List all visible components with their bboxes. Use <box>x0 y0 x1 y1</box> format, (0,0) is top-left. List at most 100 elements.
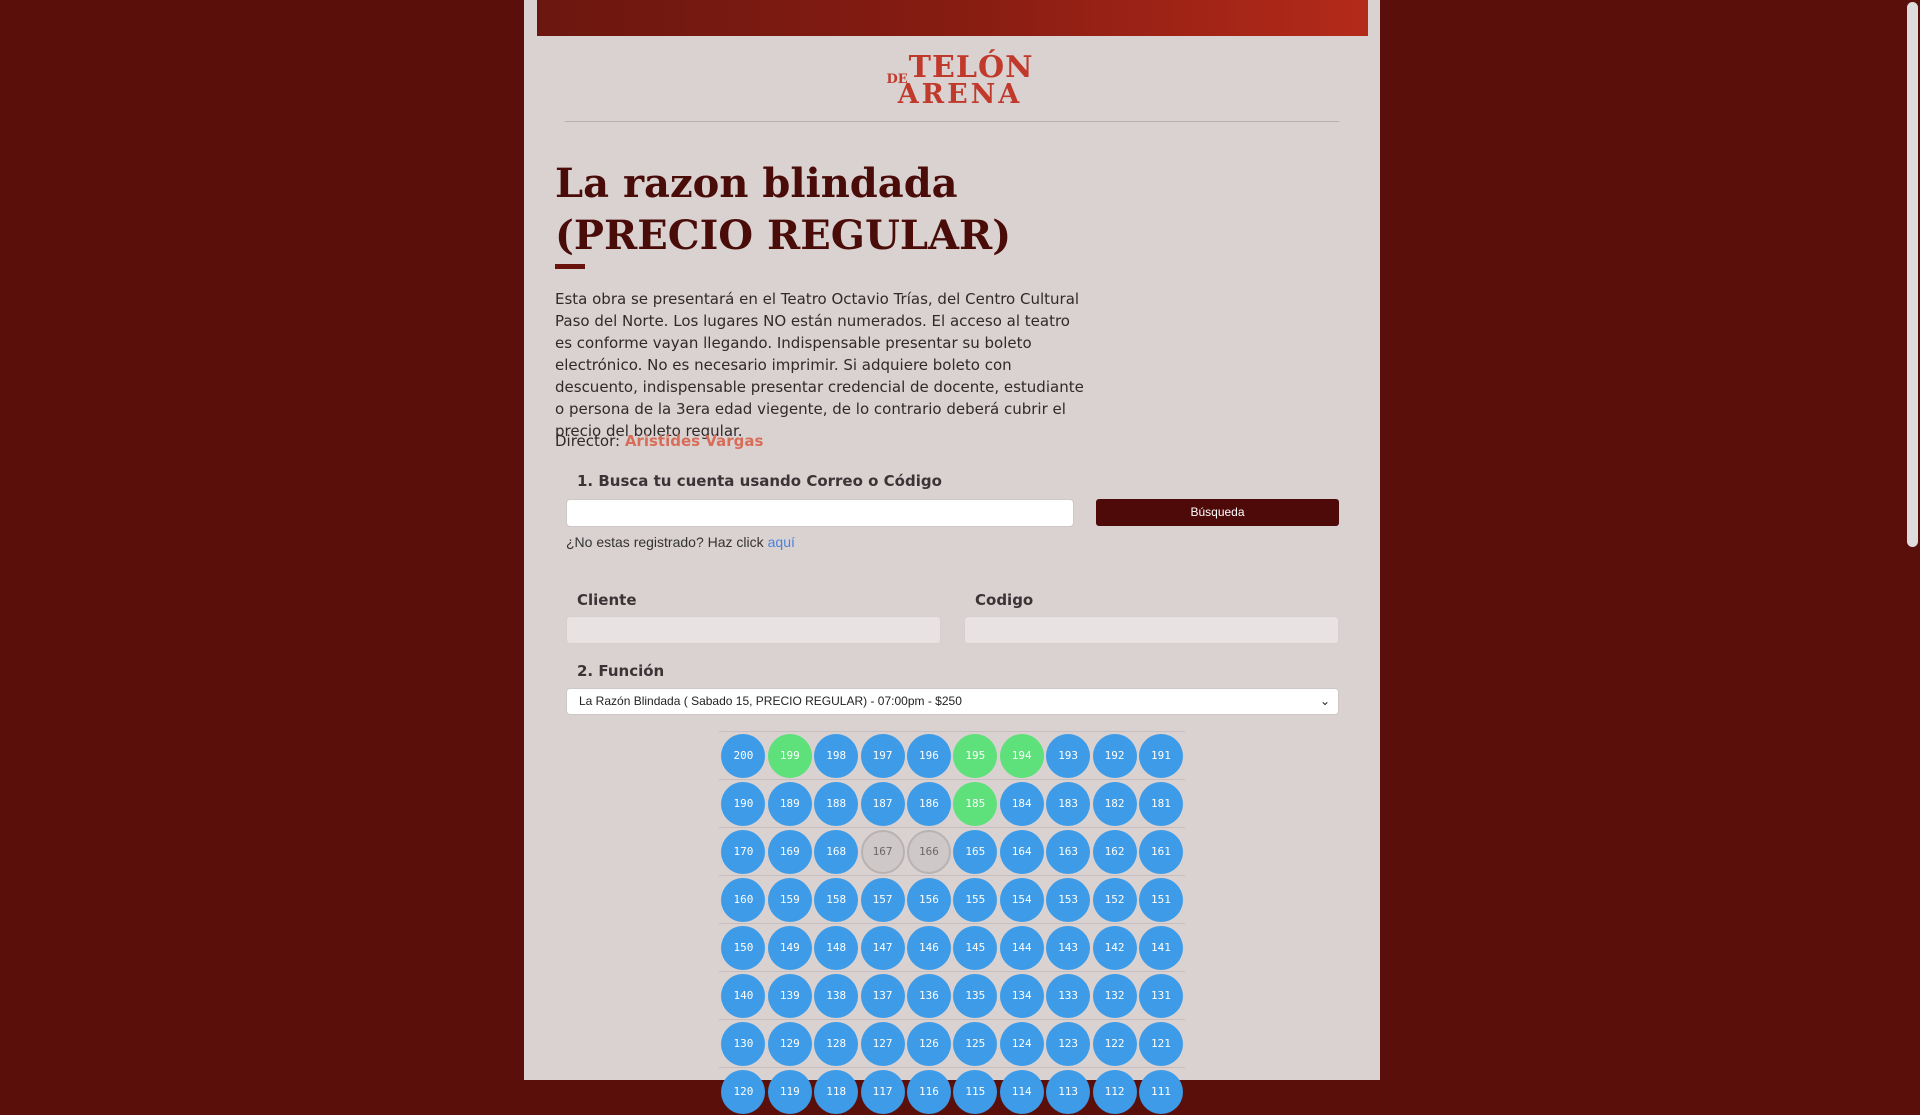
seat-185[interactable]: 185 <box>953 781 998 826</box>
seat-184[interactable]: 184 <box>999 781 1044 826</box>
seat-187[interactable]: 187 <box>860 781 905 826</box>
seat-112[interactable]: 112 <box>1092 1069 1137 1114</box>
seat-129[interactable]: 129 <box>767 1021 812 1066</box>
register-link[interactable]: aquí <box>768 534 795 550</box>
seat-163[interactable]: 163 <box>1046 829 1091 874</box>
seat-200[interactable]: 200 <box>721 733 766 778</box>
seat-157[interactable]: 157 <box>860 877 905 922</box>
scrollbar-thumb[interactable] <box>1907 2 1918 547</box>
seat-115[interactable]: 115 <box>953 1069 998 1114</box>
seat-196[interactable]: 196 <box>906 733 951 778</box>
seat-125[interactable]: 125 <box>953 1021 998 1066</box>
seat-189[interactable]: 189 <box>767 781 812 826</box>
event-title: La razon blindada (PRECIO REGULAR) <box>555 160 1012 259</box>
telon-de-arena-logo[interactable]: DETELÓN ARENA <box>0 50 1920 110</box>
seat-120[interactable]: 120 <box>721 1069 766 1114</box>
search-button[interactable]: Búsqueda <box>1096 499 1339 526</box>
seat-137[interactable]: 137 <box>860 973 905 1018</box>
seat-153[interactable]: 153 <box>1046 877 1091 922</box>
seat-186[interactable]: 186 <box>906 781 951 826</box>
seat-135[interactable]: 135 <box>953 973 998 1018</box>
seat-row: 200 199 198 197 196 195 194 193 192 191 <box>719 731 1185 779</box>
seat-195[interactable]: 195 <box>953 733 998 778</box>
seat-198[interactable]: 198 <box>814 733 859 778</box>
director-line: Director: Aristides Vargas <box>555 432 763 450</box>
seat-122[interactable]: 122 <box>1092 1021 1137 1066</box>
codigo-field[interactable] <box>964 616 1339 644</box>
seat-149[interactable]: 149 <box>767 925 812 970</box>
seat-150[interactable]: 150 <box>721 925 766 970</box>
seat-141[interactable]: 141 <box>1138 925 1183 970</box>
seat-136[interactable]: 136 <box>906 973 951 1018</box>
seat-134[interactable]: 134 <box>999 973 1044 1018</box>
seat-131[interactable]: 131 <box>1138 973 1183 1018</box>
seat-133[interactable]: 133 <box>1046 973 1091 1018</box>
seat-143[interactable]: 143 <box>1046 925 1091 970</box>
seat-188[interactable]: 188 <box>814 781 859 826</box>
seat-147[interactable]: 147 <box>860 925 905 970</box>
seat-114[interactable]: 114 <box>999 1069 1044 1114</box>
seat-197[interactable]: 197 <box>860 733 905 778</box>
director-label: Director: <box>555 432 621 450</box>
seat-169[interactable]: 169 <box>767 829 812 874</box>
event-description: Esta obra se presentará en el Teatro Oct… <box>555 290 1084 440</box>
seat-170[interactable]: 170 <box>721 829 766 874</box>
seat-row: 170 169 168 167 166 165 164 163 162 161 <box>719 827 1185 875</box>
seat-159[interactable]: 159 <box>767 877 812 922</box>
seat-138[interactable]: 138 <box>814 973 859 1018</box>
seat-193[interactable]: 193 <box>1046 733 1091 778</box>
seat-119[interactable]: 119 <box>767 1069 812 1114</box>
seat-132[interactable]: 132 <box>1092 973 1137 1018</box>
seat-181[interactable]: 181 <box>1138 781 1183 826</box>
seat-117[interactable]: 117 <box>860 1069 905 1114</box>
seat-113[interactable]: 113 <box>1046 1069 1091 1114</box>
seat-156[interactable]: 156 <box>906 877 951 922</box>
seat-191[interactable]: 191 <box>1138 733 1183 778</box>
seat-162[interactable]: 162 <box>1092 829 1137 874</box>
seat-144[interactable]: 144 <box>999 925 1044 970</box>
seat-row: 130 129 128 127 126 125 124 123 122 121 <box>719 1019 1185 1067</box>
cliente-field[interactable] <box>566 616 941 644</box>
seat-161[interactable]: 161 <box>1138 829 1183 874</box>
seat-124[interactable]: 124 <box>999 1021 1044 1066</box>
search-label: 1. Busca tu cuenta usando Correo o Códig… <box>577 472 942 490</box>
seat-199[interactable]: 199 <box>767 733 812 778</box>
seat-160[interactable]: 160 <box>721 877 766 922</box>
seat-152[interactable]: 152 <box>1092 877 1137 922</box>
seat-190[interactable]: 190 <box>721 781 766 826</box>
seat-165[interactable]: 165 <box>953 829 998 874</box>
seat-167: 167 <box>860 829 905 874</box>
seat-168[interactable]: 168 <box>814 829 859 874</box>
seat-145[interactable]: 145 <box>953 925 998 970</box>
seat-164[interactable]: 164 <box>999 829 1044 874</box>
seat-118[interactable]: 118 <box>814 1069 859 1114</box>
seat-128[interactable]: 128 <box>814 1021 859 1066</box>
funcion-select[interactable]: La Razón Blindada ( Sabado 15, PRECIO RE… <box>566 688 1339 715</box>
seat-127[interactable]: 127 <box>860 1021 905 1066</box>
seat-126[interactable]: 126 <box>906 1021 951 1066</box>
seat-111[interactable]: 111 <box>1138 1069 1183 1114</box>
seat-154[interactable]: 154 <box>999 877 1044 922</box>
seat-140[interactable]: 140 <box>721 973 766 1018</box>
seat-130[interactable]: 130 <box>721 1021 766 1066</box>
seat-155[interactable]: 155 <box>953 877 998 922</box>
seat-158[interactable]: 158 <box>814 877 859 922</box>
search-input[interactable] <box>566 499 1074 527</box>
seat-116[interactable]: 116 <box>906 1069 951 1114</box>
seat-121[interactable]: 121 <box>1138 1021 1183 1066</box>
seat-146[interactable]: 146 <box>906 925 951 970</box>
seat-row: 160 159 158 157 156 155 154 153 152 151 <box>719 875 1185 923</box>
seat-151[interactable]: 151 <box>1138 877 1183 922</box>
director-name-link[interactable]: Aristides Vargas <box>625 432 764 450</box>
seat-194[interactable]: 194 <box>999 733 1044 778</box>
seat-map: 200 199 198 197 196 195 194 193 192 191 190 189 188 1… <box>719 731 1185 1115</box>
cliente-label: Cliente <box>577 591 637 609</box>
register-text: ¿No estas registrado? Haz click <box>566 534 764 550</box>
seat-192[interactable]: 192 <box>1092 733 1137 778</box>
seat-148[interactable]: 148 <box>814 925 859 970</box>
seat-123[interactable]: 123 <box>1046 1021 1091 1066</box>
seat-182[interactable]: 182 <box>1092 781 1137 826</box>
seat-142[interactable]: 142 <box>1092 925 1137 970</box>
seat-183[interactable]: 183 <box>1046 781 1091 826</box>
seat-139[interactable]: 139 <box>767 973 812 1018</box>
